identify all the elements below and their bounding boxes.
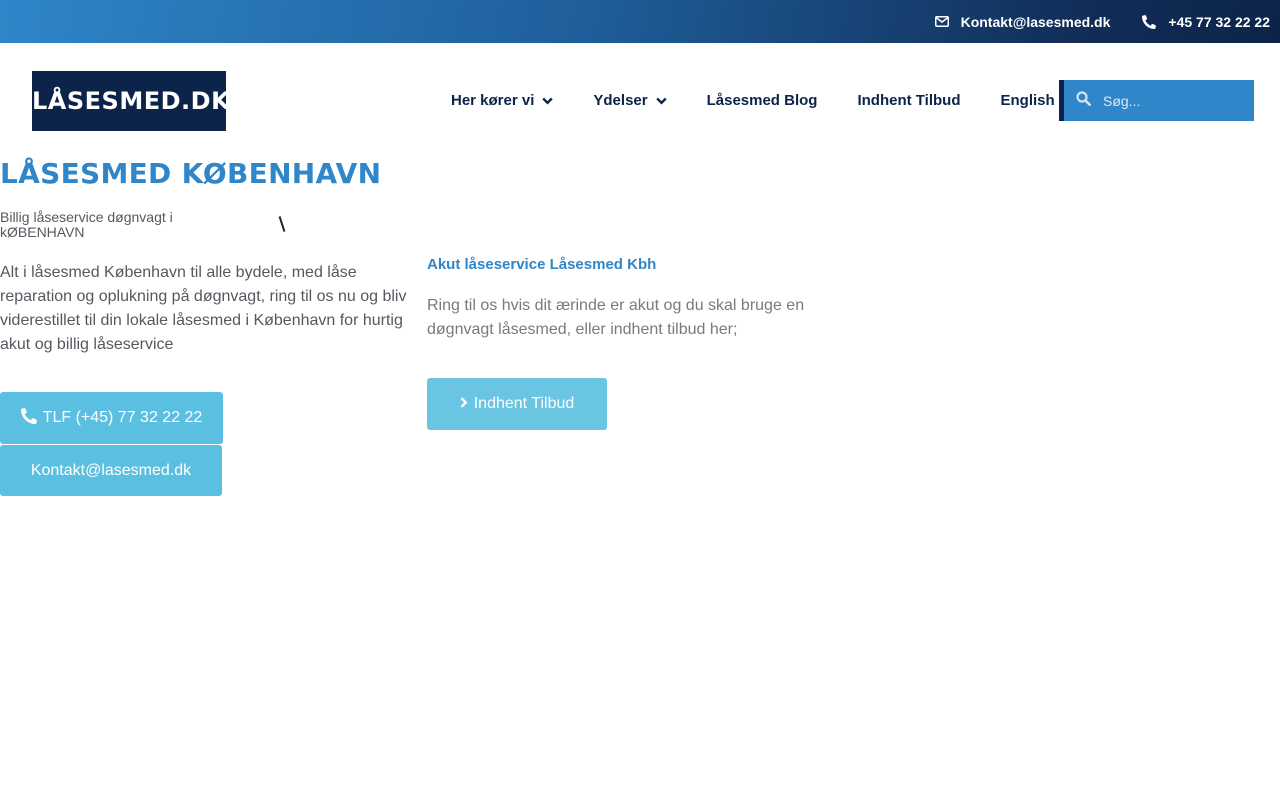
top-email-link[interactable]: Kontakt@lasesmed.dk: [934, 13, 1111, 30]
nav-item-label: Låsesmed Blog: [706, 92, 818, 109]
top-contact-bar: Kontakt@lasesmed.dk +45 77 32 22 22: [0, 0, 1280, 43]
site-logo[interactable]: LÅSESMED.DK: [29, 71, 230, 131]
get-quote-button[interactable]: Indhent Tilbud: [427, 378, 607, 430]
logo-text: LÅSESMED.DK: [32, 87, 231, 115]
top-phone-link[interactable]: +45 77 32 22 22: [1142, 14, 1270, 30]
page-subtitle: Billig låseservice døgnvagt i kØBENHAVN: [0, 209, 173, 240]
nav-item-ydelser[interactable]: Ydelser: [573, 92, 686, 109]
chevron-right-icon: [460, 395, 468, 413]
nav-item-label: Her kører vi: [451, 92, 535, 109]
envelope-icon: [934, 16, 949, 27]
phone-icon: [1142, 14, 1157, 29]
search-icon[interactable]: [1076, 90, 1092, 111]
nav-item-indhent-tilbud[interactable]: Indhent Tilbud: [837, 92, 980, 109]
intro-text: Alt i låsesmed København til alle bydele…: [0, 264, 407, 353]
nav-item-blog[interactable]: Låsesmed Blog: [687, 92, 838, 109]
get-quote-button-label: Indhent Tilbud: [473, 395, 575, 412]
nav-item-label: English: [1000, 92, 1055, 109]
call-button[interactable]: TLF (+45) 77 32 22 22: [0, 392, 223, 444]
urgent-service-text: Ring til os hvis dit ærinde er akut og d…: [427, 297, 805, 338]
text-cursor-mark: [278, 216, 286, 232]
top-email-text: Kontakt@lasesmed.dk: [960, 13, 1111, 30]
nav-item-label: Indhent Tilbud: [857, 92, 961, 109]
main-navigation: Her kører vi Ydelser Låsesmed Blog Indhe…: [431, 80, 1075, 121]
phone-icon: [20, 407, 37, 429]
email-button-label: Kontakt@lasesmed.dk: [30, 461, 192, 479]
search-box: [1059, 80, 1254, 121]
email-button[interactable]: Kontakt@lasesmed.dk: [0, 445, 222, 496]
search-input[interactable]: [1103, 92, 1243, 109]
chevron-down-icon: [542, 97, 554, 105]
top-phone-text: +45 77 32 22 22: [1168, 13, 1270, 30]
nav-item-label: Ydelser: [593, 92, 648, 109]
urgent-service-heading: Akut låseservice Låsesmed Kbh: [427, 256, 657, 273]
nav-item-her-korer-vi[interactable]: Her kører vi: [431, 92, 573, 109]
chevron-down-icon: [655, 97, 667, 105]
page-title: LÅSESMED KØBENHAVN: [0, 157, 382, 190]
call-button-label: TLF (+45) 77 32 22 22: [42, 409, 203, 426]
